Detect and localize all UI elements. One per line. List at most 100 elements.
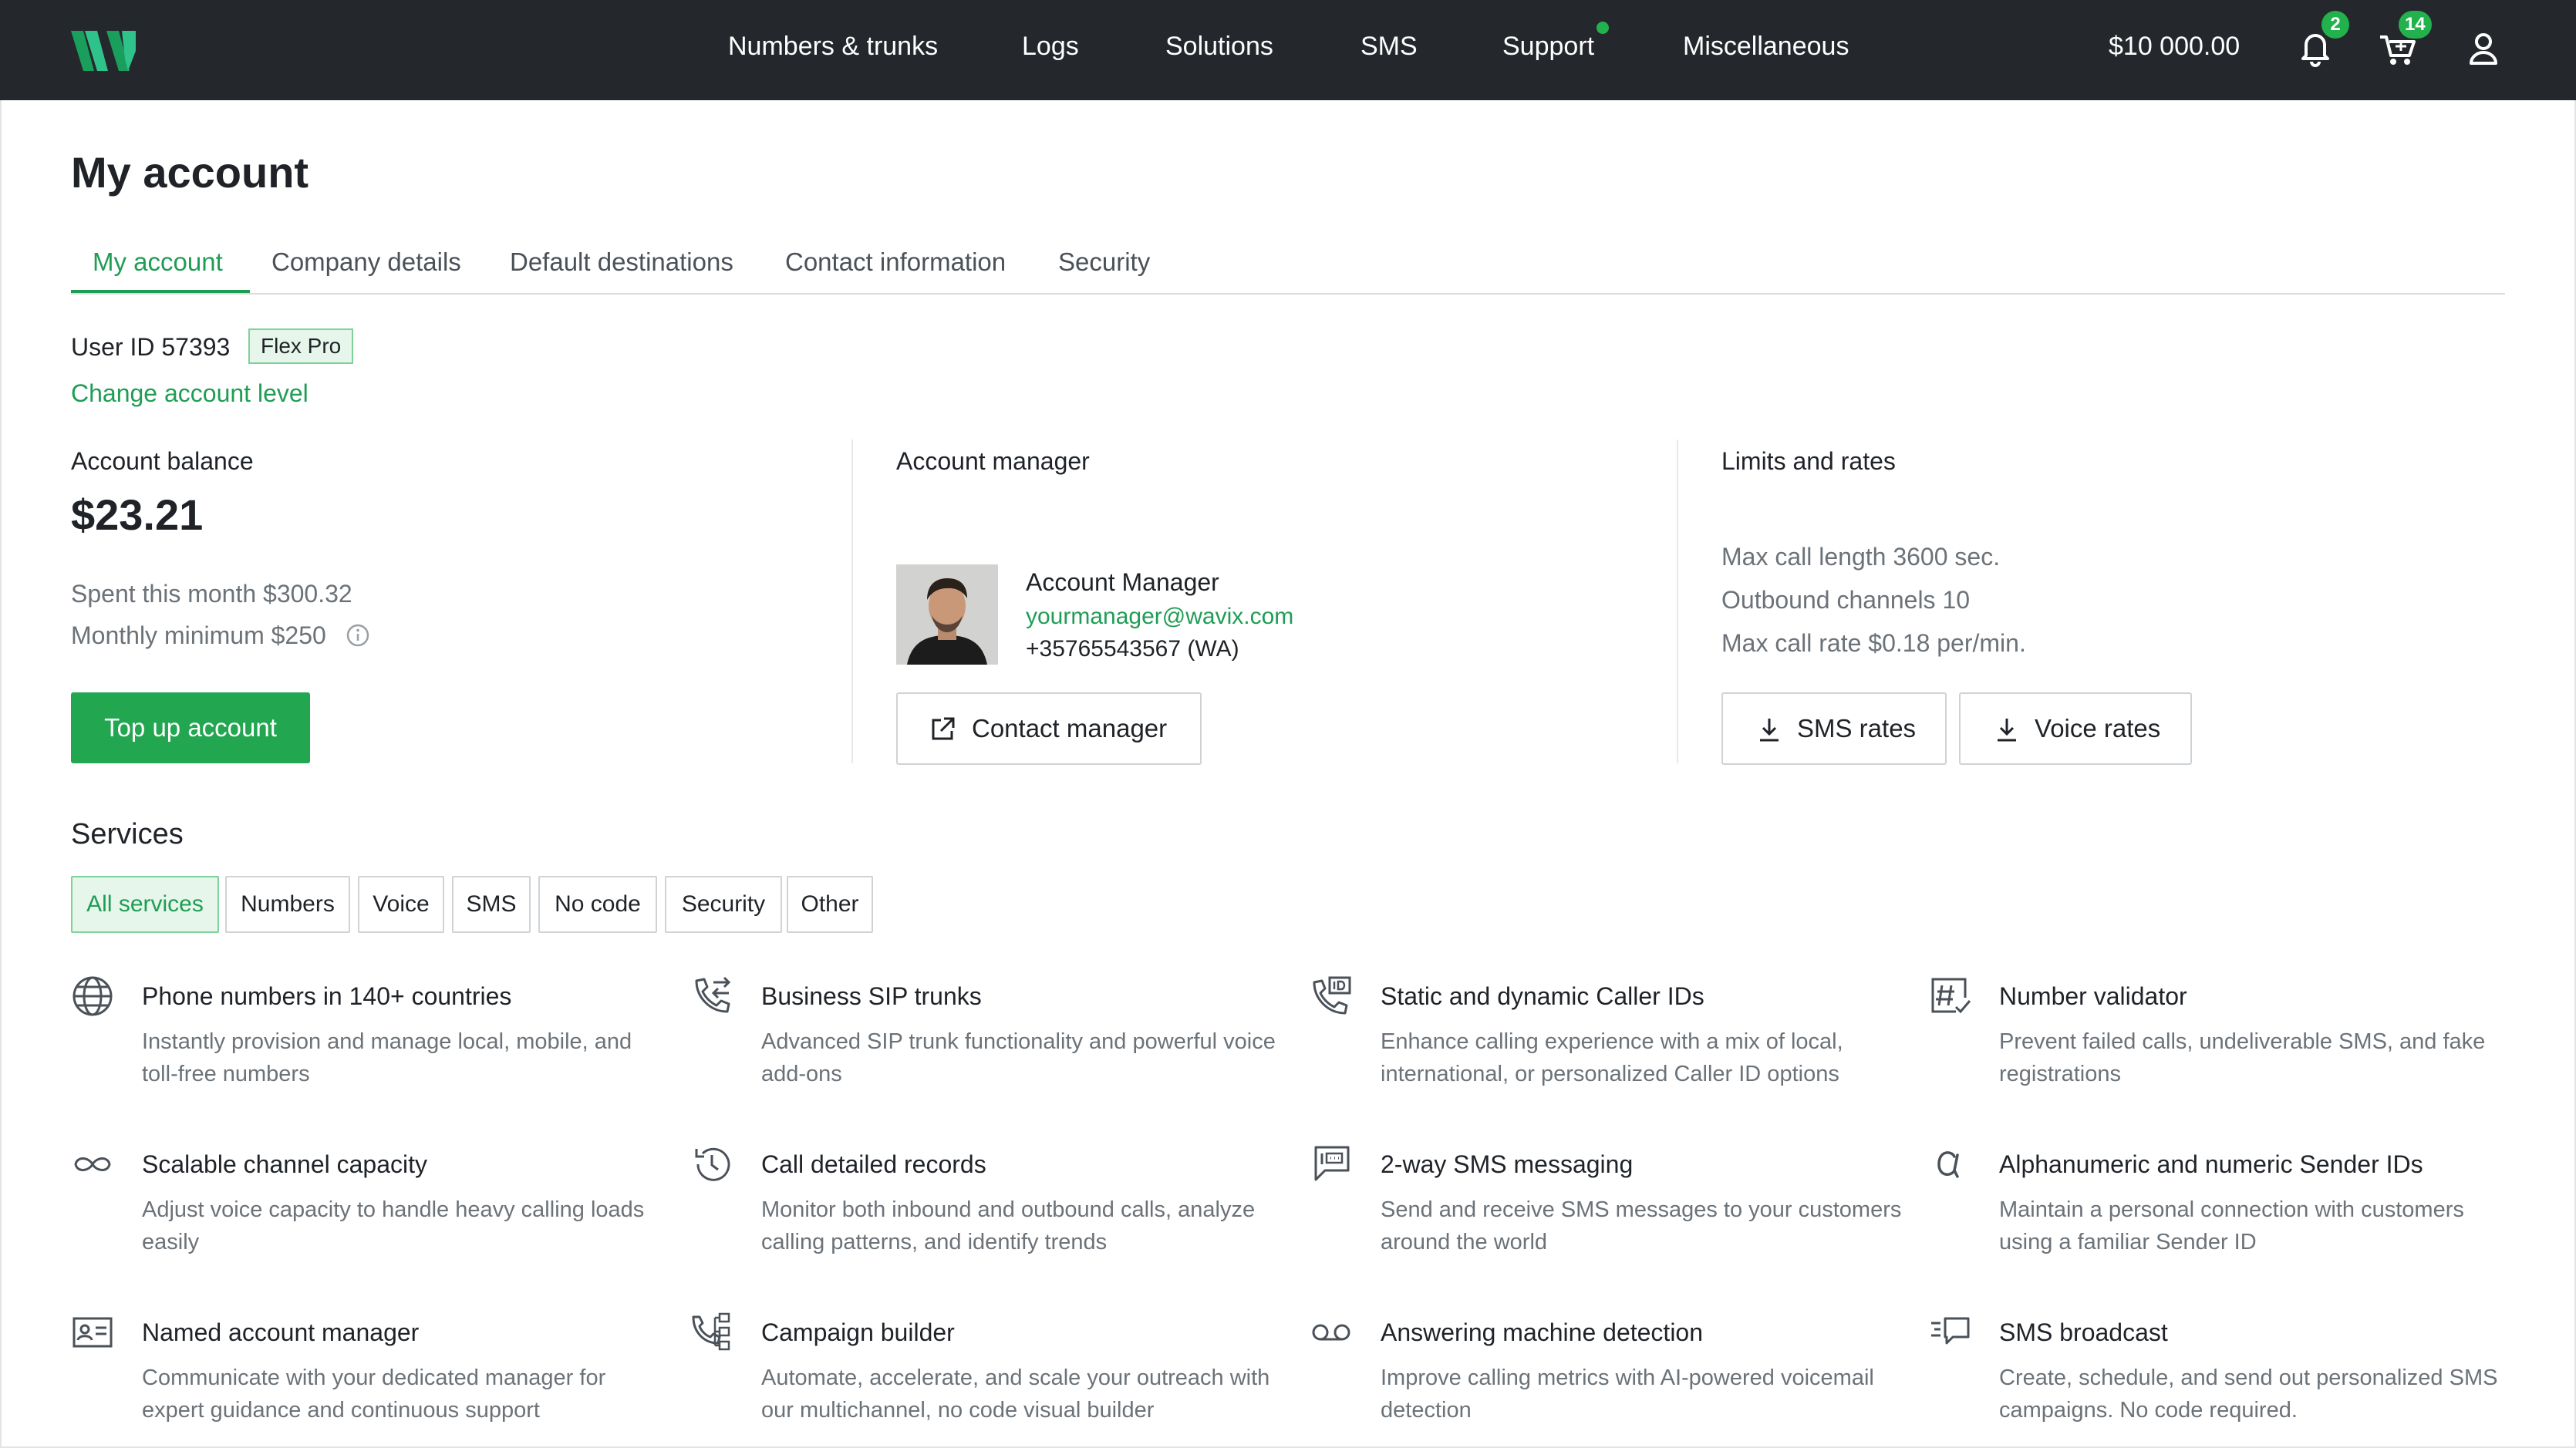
service-description: Send and receive SMS messages to your cu…: [1381, 1197, 1902, 1254]
top-up-account-button[interactable]: Top up account: [71, 692, 310, 763]
notifications-badge: 2: [2321, 11, 2349, 39]
filter-no-code[interactable]: No code: [538, 876, 657, 933]
service-card[interactable]: Alphanumeric and numeric Sender IDs Main…: [1928, 1143, 2514, 1274]
service-title: Scalable channel capacity: [142, 1150, 428, 1178]
service-card[interactable]: Named account manager Communicate with y…: [71, 1311, 657, 1442]
contact-manager-label: Contact manager: [972, 714, 1168, 743]
download-icon: [1760, 719, 1779, 742]
manager-phone: +35765543567 (WA): [1026, 636, 1239, 662]
service-description: Prevent failed calls, undeliverable SMS,…: [1999, 1029, 2486, 1086]
account-balance-label: Account balance: [71, 447, 254, 475]
service-description: Improve calling metrics with AI-powered …: [1381, 1365, 1874, 1423]
service-description: Maintain a personal connection with cust…: [1999, 1197, 2464, 1254]
number-validator-icon: [1931, 978, 1971, 1014]
nav-miscellaneous[interactable]: Miscellaneous: [1683, 31, 1849, 62]
campaign-flow-icon: [692, 1312, 730, 1351]
max-call-length: Max call length 3600 sec.: [1721, 543, 2001, 571]
filter-other[interactable]: Other: [787, 876, 873, 933]
service-card[interactable]: Phone numbers in 140+ countries Instantl…: [71, 975, 657, 1106]
sms-rates-button[interactable]: SMS rates: [1721, 692, 1947, 765]
service-card[interactable]: SMS broadcast Create, schedule, and send…: [1928, 1311, 2514, 1442]
monthly-minimum: Monthly minimum $250: [71, 621, 326, 649]
service-title: 2-way SMS messaging: [1381, 1150, 1634, 1178]
alpha-icon: [1937, 1151, 1959, 1178]
services-title: Services: [71, 818, 184, 850]
service-title: Campaign builder: [761, 1318, 955, 1346]
nav-solutions[interactable]: Solutions: [1165, 31, 1273, 62]
voicemail-icon: [1312, 1324, 1350, 1341]
broadcast-icon: [1931, 1317, 1970, 1345]
account-balance-amount: $23.21: [71, 490, 204, 539]
service-title: Number validator: [1999, 982, 2187, 1010]
service-card[interactable]: Answering machine detection Improve call…: [1310, 1311, 1896, 1442]
limits-and-rates-label: Limits and rates: [1721, 447, 1896, 475]
filter-security[interactable]: Security: [665, 876, 782, 933]
column-divider: [851, 439, 853, 763]
manager-name: Account Manager: [1026, 568, 1219, 596]
tab-default-destinations[interactable]: Default destinations: [510, 247, 733, 278]
external-link-icon: [932, 717, 955, 740]
header-balance[interactable]: $10 000.00: [2109, 31, 2240, 62]
tab-my-account[interactable]: My account: [93, 247, 223, 278]
account-tabs: My account Company details Default desti…: [71, 231, 2505, 295]
filter-all-services[interactable]: All services: [71, 876, 219, 933]
filter-sms[interactable]: SMS: [452, 876, 531, 933]
support-status-dot: [1597, 22, 1609, 34]
nav-numbers-trunks[interactable]: Numbers & trunks: [728, 31, 938, 62]
service-title: Call detailed records: [761, 1150, 986, 1178]
profile-button[interactable]: [2462, 25, 2505, 71]
info-icon[interactable]: [346, 623, 370, 648]
spent-this-month: Spent this month $300.32: [71, 580, 352, 608]
service-description: Monitor both inbound and outbound calls,…: [761, 1197, 1256, 1254]
service-card[interactable]: 2-way SMS messaging Send and receive SMS…: [1310, 1143, 1901, 1274]
voice-rates-label: Voice rates: [2035, 714, 2161, 743]
manager-email-link[interactable]: yourmanager@wavix.com: [1026, 603, 1293, 631]
service-description: Communicate with your dedicated manager …: [142, 1365, 606, 1423]
top-navigation-bar: Numbers & trunks Logs Solutions SMS Supp…: [0, 0, 2576, 100]
tab-contact-information[interactable]: Contact information: [785, 247, 1006, 278]
service-title: Business SIP trunks: [761, 982, 982, 1010]
column-divider: [1677, 439, 1678, 763]
sms-messaging-icon: [1314, 1146, 1350, 1181]
history-icon: [695, 1147, 730, 1181]
plan-badge: Flex Pro: [248, 328, 354, 364]
change-account-level-link[interactable]: Change account level: [71, 378, 309, 409]
service-description: Enhance calling experience with a mix of…: [1381, 1029, 1843, 1086]
tab-company-details[interactable]: Company details: [271, 247, 461, 278]
id-card-icon: [72, 1317, 113, 1348]
service-card[interactable]: Business SIP trunks Advanced SIP trunk f…: [690, 975, 1276, 1106]
service-description: Advanced SIP trunk functionality and pow…: [761, 1029, 1276, 1086]
outbound-channels: Outbound channels 10: [1721, 586, 1971, 614]
nav-logs[interactable]: Logs: [1022, 31, 1079, 62]
service-card[interactable]: Call detailed records Monitor both inbou…: [690, 1143, 1276, 1274]
infinity-icon: [74, 1157, 111, 1171]
service-title: Named account manager: [142, 1318, 420, 1346]
nav-support[interactable]: Support: [1502, 31, 1594, 62]
cart-badge: 14: [2399, 11, 2432, 39]
caller-id-icon: [1313, 976, 1351, 1015]
phone-transfer-icon: [695, 976, 731, 1013]
filter-numbers[interactable]: Numbers: [225, 876, 350, 933]
service-card[interactable]: Static and dynamic Caller IDs Enhance ca…: [1310, 975, 1896, 1106]
service-card[interactable]: Number validator Prevent failed calls, u…: [1928, 975, 2514, 1106]
service-title: Static and dynamic Caller IDs: [1381, 982, 1704, 1010]
nav-sms[interactable]: SMS: [1360, 31, 1418, 62]
service-description: Automate, accelerate, and scale your out…: [761, 1365, 1270, 1423]
service-title: SMS broadcast: [1999, 1318, 2168, 1346]
voice-rates-button[interactable]: Voice rates: [1959, 692, 2192, 765]
service-title: Alphanumeric and numeric Sender IDs: [1999, 1150, 2423, 1178]
wavix-logo-icon[interactable]: [71, 28, 136, 72]
manager-avatar: [896, 564, 998, 665]
service-description: Adjust voice capacity to handle heavy ca…: [142, 1197, 645, 1254]
user-icon: [2470, 33, 2497, 65]
globe-icon: [72, 976, 113, 1016]
service-card[interactable]: Campaign builder Automate, accelerate, a…: [690, 1311, 1276, 1442]
filter-voice[interactable]: Voice: [358, 876, 444, 933]
active-tab-indicator: [71, 290, 250, 293]
download-icon: [1998, 719, 2016, 742]
contact-manager-button[interactable]: Contact manager: [896, 692, 1202, 765]
service-card[interactable]: Scalable channel capacity Adjust voice c…: [71, 1143, 657, 1274]
tab-security[interactable]: Security: [1058, 247, 1150, 278]
service-description: Create, schedule, and send out personali…: [1999, 1365, 2498, 1423]
page-title: My account: [71, 148, 309, 197]
